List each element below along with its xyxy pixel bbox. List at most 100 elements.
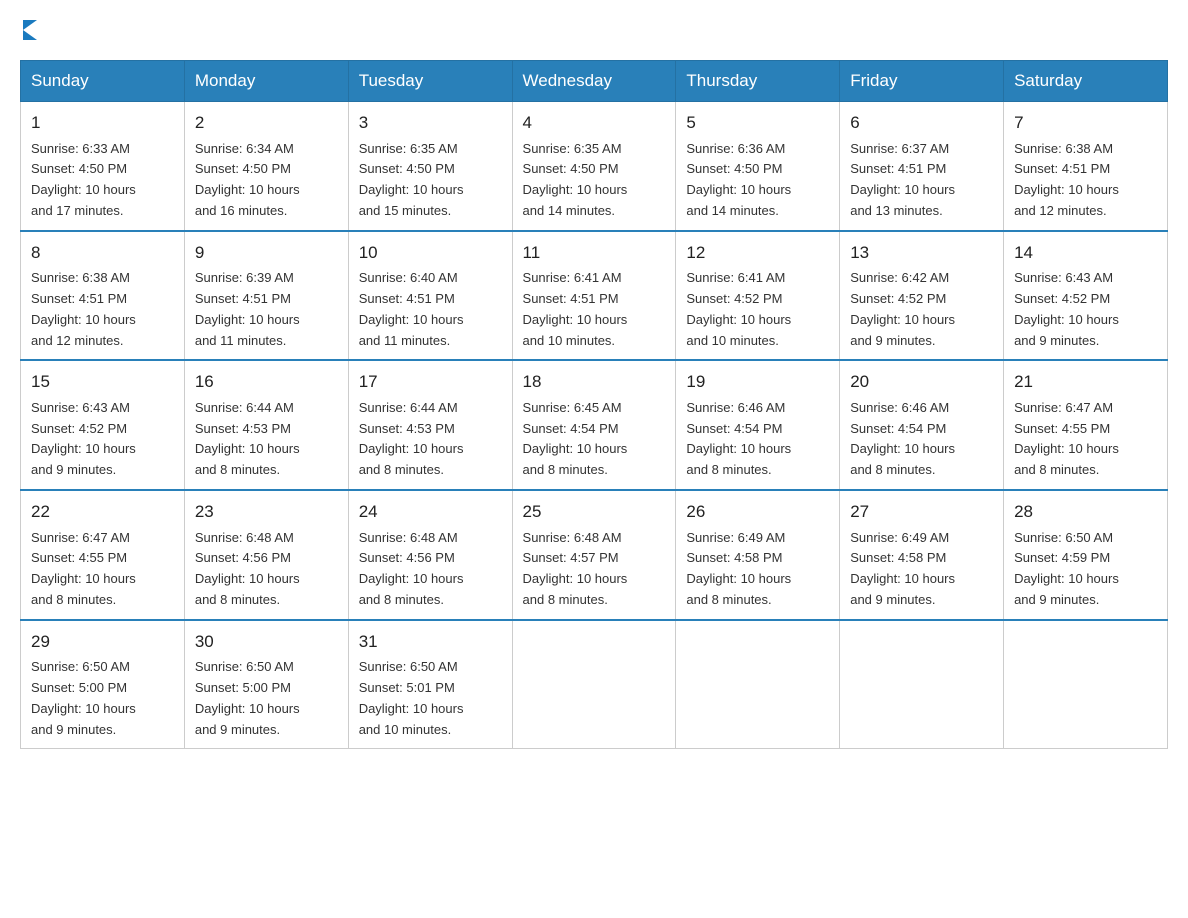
calendar-cell: 28 Sunrise: 6:50 AMSunset: 4:59 PMDayligh… (1004, 490, 1168, 620)
day-info: Sunrise: 6:38 AMSunset: 4:51 PMDaylight:… (31, 268, 174, 351)
calendar-cell: 9Sunrise: 6:39 AMSunset: 4:51 PMDaylight… (184, 231, 348, 361)
day-number: 18 (523, 369, 666, 395)
calendar-cell (512, 620, 676, 749)
day-number: 2 (195, 110, 338, 136)
page-header (20, 20, 1168, 40)
calendar-cell: 24 Sunrise: 6:48 AMSunset: 4:56 PMDayligh… (348, 490, 512, 620)
calendar-cell: 26 Sunrise: 6:49 AMSunset: 4:58 PMDayligh… (676, 490, 840, 620)
calendar-cell: 11Sunrise: 6:41 AMSunset: 4:51 PMDayligh… (512, 231, 676, 361)
calendar-cell: 12Sunrise: 6:41 AMSunset: 4:52 PMDayligh… (676, 231, 840, 361)
day-info: Sunrise: 6:48 AMSunset: 4:57 PMDaylight:… (523, 528, 666, 611)
day-number: 14 (1014, 240, 1157, 266)
day-number: 27 (850, 499, 993, 525)
day-number: 6 (850, 110, 993, 136)
calendar-cell: 17 Sunrise: 6:44 AMSunset: 4:53 PMDayligh… (348, 360, 512, 490)
day-number: 29 (31, 629, 174, 655)
calendar-cell: 27 Sunrise: 6:49 AMSunset: 4:58 PMDayligh… (840, 490, 1004, 620)
calendar-cell: 22Sunrise: 6:47 AMSunset: 4:55 PMDayligh… (21, 490, 185, 620)
week-row-5: 29Sunrise: 6:50 AMSunset: 5:00 PMDayligh… (21, 620, 1168, 749)
day-info: Sunrise: 6:46 AMSunset: 4:54 PMDaylight:… (850, 398, 993, 481)
calendar-cell: 8Sunrise: 6:38 AMSunset: 4:51 PMDaylight… (21, 231, 185, 361)
calendar-cell: 5 Sunrise: 6:36 AMSunset: 4:50 PMDaylight… (676, 102, 840, 231)
day-number: 1 (31, 110, 174, 136)
day-info: Sunrise: 6:41 AMSunset: 4:52 PMDaylight:… (686, 268, 829, 351)
header-friday: Friday (840, 61, 1004, 102)
day-number: 31 (359, 629, 502, 655)
day-info: Sunrise: 6:40 AMSunset: 4:51 PMDaylight:… (359, 268, 502, 351)
day-info: Sunrise: 6:37 AMSunset: 4:51 PMDaylight:… (850, 139, 993, 222)
calendar-cell: 10Sunrise: 6:40 AMSunset: 4:51 PMDayligh… (348, 231, 512, 361)
day-number: 5 (686, 110, 829, 136)
calendar-table: SundayMondayTuesdayWednesdayThursdayFrid… (20, 60, 1168, 749)
day-number: 9 (195, 240, 338, 266)
day-info: Sunrise: 6:33 AMSunset: 4:50 PMDaylight:… (31, 139, 174, 222)
day-number: 25 (523, 499, 666, 525)
calendar-cell: 29Sunrise: 6:50 AMSunset: 5:00 PMDayligh… (21, 620, 185, 749)
calendar-cell: 13Sunrise: 6:42 AMSunset: 4:52 PMDayligh… (840, 231, 1004, 361)
day-number: 21 (1014, 369, 1157, 395)
day-number: 10 (359, 240, 502, 266)
day-number: 15 (31, 369, 174, 395)
logo-arrow-top (23, 20, 37, 30)
day-info: Sunrise: 6:49 AMSunset: 4:58 PMDaylight:… (686, 528, 829, 611)
day-info: Sunrise: 6:50 AMSunset: 5:00 PMDaylight:… (195, 657, 338, 740)
calendar-cell: 7 Sunrise: 6:38 AMSunset: 4:51 PMDaylight… (1004, 102, 1168, 231)
calendar-cell (1004, 620, 1168, 749)
calendar-cell (676, 620, 840, 749)
header-monday: Monday (184, 61, 348, 102)
calendar-cell: 21 Sunrise: 6:47 AMSunset: 4:55 PMDayligh… (1004, 360, 1168, 490)
day-number: 26 (686, 499, 829, 525)
header-sunday: Sunday (21, 61, 185, 102)
day-number: 19 (686, 369, 829, 395)
header-row: SundayMondayTuesdayWednesdayThursdayFrid… (21, 61, 1168, 102)
day-number: 28 (1014, 499, 1157, 525)
day-number: 17 (359, 369, 502, 395)
day-info: Sunrise: 6:42 AMSunset: 4:52 PMDaylight:… (850, 268, 993, 351)
calendar-cell (840, 620, 1004, 749)
day-number: 22 (31, 499, 174, 525)
day-number: 11 (523, 240, 666, 266)
calendar-cell: 30Sunrise: 6:50 AMSunset: 5:00 PMDayligh… (184, 620, 348, 749)
calendar-cell: 15Sunrise: 6:43 AMSunset: 4:52 PMDayligh… (21, 360, 185, 490)
week-row-3: 15Sunrise: 6:43 AMSunset: 4:52 PMDayligh… (21, 360, 1168, 490)
day-number: 8 (31, 240, 174, 266)
day-info: Sunrise: 6:50 AMSunset: 4:59 PMDaylight:… (1014, 528, 1157, 611)
logo-arrow-bottom (23, 30, 37, 40)
day-info: Sunrise: 6:50 AMSunset: 5:00 PMDaylight:… (31, 657, 174, 740)
day-number: 23 (195, 499, 338, 525)
day-number: 4 (523, 110, 666, 136)
day-info: Sunrise: 6:45 AMSunset: 4:54 PMDaylight:… (523, 398, 666, 481)
day-info: Sunrise: 6:47 AMSunset: 4:55 PMDaylight:… (1014, 398, 1157, 481)
day-number: 3 (359, 110, 502, 136)
logo (20, 20, 37, 40)
day-info: Sunrise: 6:34 AMSunset: 4:50 PMDaylight:… (195, 139, 338, 222)
day-info: Sunrise: 6:48 AMSunset: 4:56 PMDaylight:… (359, 528, 502, 611)
day-number: 30 (195, 629, 338, 655)
day-info: Sunrise: 6:36 AMSunset: 4:50 PMDaylight:… (686, 139, 829, 222)
day-number: 7 (1014, 110, 1157, 136)
calendar-cell: 3Sunrise: 6:35 AMSunset: 4:50 PMDaylight… (348, 102, 512, 231)
day-number: 12 (686, 240, 829, 266)
calendar-cell: 4Sunrise: 6:35 AMSunset: 4:50 PMDaylight… (512, 102, 676, 231)
day-info: Sunrise: 6:50 AMSunset: 5:01 PMDaylight:… (359, 657, 502, 740)
day-number: 20 (850, 369, 993, 395)
calendar-cell: 20 Sunrise: 6:46 AMSunset: 4:54 PMDayligh… (840, 360, 1004, 490)
logo-block (20, 20, 37, 40)
header-thursday: Thursday (676, 61, 840, 102)
calendar-cell: 16 Sunrise: 6:44 AMSunset: 4:53 PMDayligh… (184, 360, 348, 490)
day-info: Sunrise: 6:44 AMSunset: 4:53 PMDaylight:… (359, 398, 502, 481)
day-info: Sunrise: 6:43 AMSunset: 4:52 PMDaylight:… (1014, 268, 1157, 351)
header-saturday: Saturday (1004, 61, 1168, 102)
day-number: 16 (195, 369, 338, 395)
calendar-cell: 14Sunrise: 6:43 AMSunset: 4:52 PMDayligh… (1004, 231, 1168, 361)
week-row-1: 1 Sunrise: 6:33 AMSunset: 4:50 PMDaylight… (21, 102, 1168, 231)
day-number: 24 (359, 499, 502, 525)
calendar-cell: 25 Sunrise: 6:48 AMSunset: 4:57 PMDayligh… (512, 490, 676, 620)
calendar-cell: 18 Sunrise: 6:45 AMSunset: 4:54 PMDayligh… (512, 360, 676, 490)
day-info: Sunrise: 6:49 AMSunset: 4:58 PMDaylight:… (850, 528, 993, 611)
day-info: Sunrise: 6:39 AMSunset: 4:51 PMDaylight:… (195, 268, 338, 351)
day-info: Sunrise: 6:41 AMSunset: 4:51 PMDaylight:… (523, 268, 666, 351)
day-info: Sunrise: 6:38 AMSunset: 4:51 PMDaylight:… (1014, 139, 1157, 222)
day-info: Sunrise: 6:44 AMSunset: 4:53 PMDaylight:… (195, 398, 338, 481)
calendar-cell: 1 Sunrise: 6:33 AMSunset: 4:50 PMDaylight… (21, 102, 185, 231)
